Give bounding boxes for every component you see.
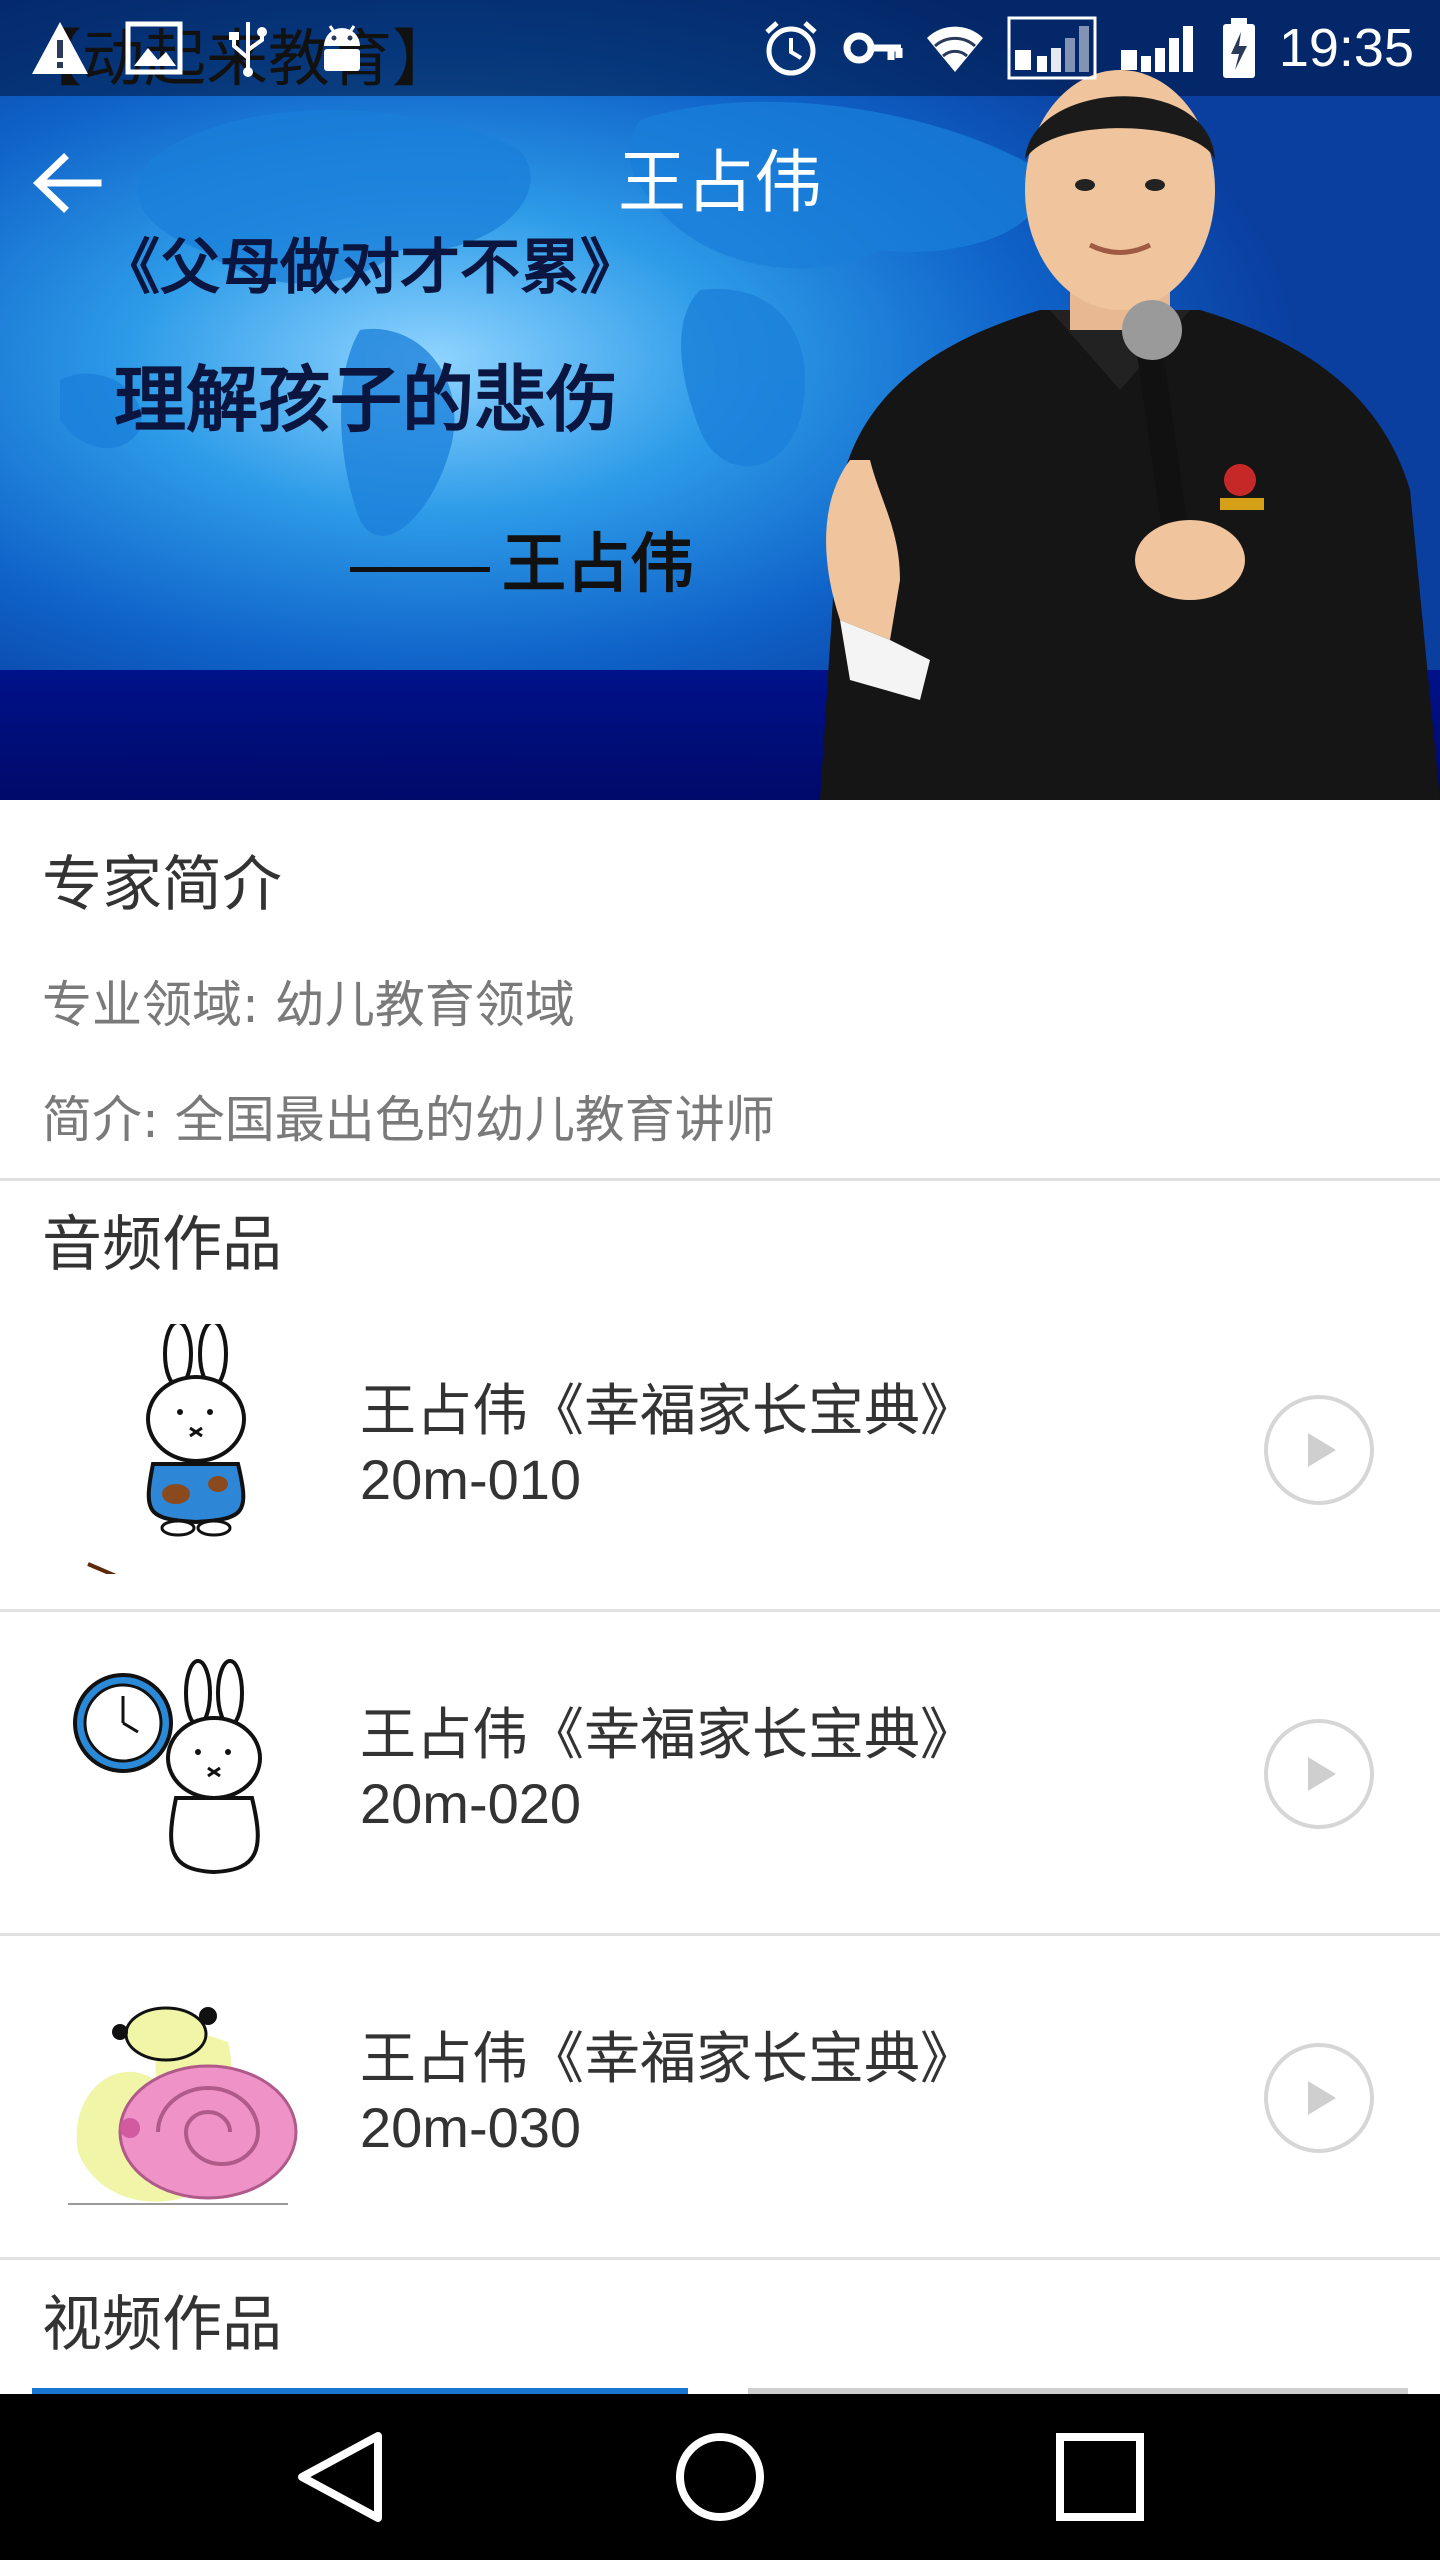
nav-home-button[interactable] [620, 2394, 820, 2560]
hero-banner: 【动起来教育】 《父母做对才不累》 理解孩子的悲伤 王占伟 [0, 0, 1440, 800]
play-circle-icon[interactable] [1262, 1717, 1376, 1831]
track-code: 20m-020 [360, 1772, 582, 1835]
status-bar: 19:35 [0, 0, 1440, 96]
audio-list-item[interactable]: 王占伟《幸福家长宝典》 20m-020 [0, 1612, 1440, 1934]
divider [0, 1178, 1440, 1181]
poster-title: 《父母做对才不累》 [100, 233, 640, 303]
poster-subtitle: 理解孩子的悲伤 [114, 358, 619, 442]
video-section-heading: 视频作品 [42, 2290, 282, 2360]
alarm-icon [765, 21, 817, 76]
vpn-key-icon [843, 32, 903, 64]
usb-icon [229, 22, 267, 77]
bunny-blue-shirt-icon [87, 1324, 246, 1574]
track-code: 20m-010 [360, 1448, 582, 1511]
play-circle-icon[interactable] [1262, 2041, 1376, 2155]
divider [0, 2257, 1440, 2260]
navigation-bar [0, 2394, 1440, 2560]
track-code: 20m-030 [360, 2096, 582, 2159]
speaker-photo [820, 70, 1440, 800]
nav-recents-icon [1056, 2433, 1144, 2521]
intro-field: 专业领域: 幼儿教育领域 [42, 976, 575, 1034]
audio-section-heading: 音频作品 [42, 1210, 282, 1280]
arrow-back-icon [32, 153, 102, 213]
bunny-clock-icon [73, 1659, 262, 1875]
nav-recents-button[interactable] [1000, 2394, 1200, 2560]
poster-signature: 王占伟 [350, 525, 694, 605]
nav-back-button[interactable] [240, 2394, 440, 2560]
sim2-signal-icon [1120, 26, 1193, 72]
android-icon [324, 25, 360, 71]
play-circle-icon[interactable] [1262, 1393, 1376, 1507]
track-title: 王占伟《幸福家长宝典》 [360, 1703, 976, 1768]
snail-icon [68, 2006, 298, 2205]
audio-list-item[interactable]: 王占伟《幸福家长宝典》 20m-030 [0, 1936, 1440, 2258]
nav-home-icon [676, 2433, 764, 2521]
sim1-signal-icon [1007, 16, 1097, 80]
intro-heading: 专家简介 [42, 850, 282, 920]
wifi-icon [926, 26, 983, 72]
back-button[interactable] [28, 138, 108, 228]
track-title: 王占伟《幸福家长宝典》 [360, 1379, 976, 1444]
warning-icon [32, 22, 88, 74]
audio-list-item[interactable]: 王占伟《幸福家长宝典》 20m-010 [0, 1288, 1440, 1610]
track-title: 王占伟《幸福家长宝典》 [360, 2027, 976, 2092]
clock-time: 19:35 [1278, 18, 1414, 78]
battery-charging-icon [1222, 18, 1255, 78]
image-icon [125, 21, 183, 75]
intro-summary: 简介: 全国最出色的幼儿教育讲师 [42, 1091, 775, 1149]
nav-back-icon [298, 2432, 382, 2522]
